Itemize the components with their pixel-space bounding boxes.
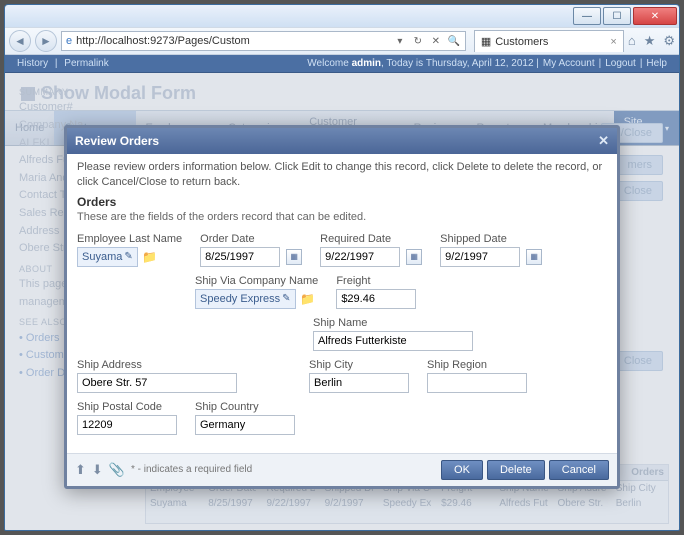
shipregion-input[interactable] <box>427 373 527 393</box>
label-shipregion: Ship Region <box>427 359 527 371</box>
ok-button[interactable]: OK <box>441 460 483 480</box>
modal-intro-text: Please review orders information below. … <box>77 160 607 190</box>
welcome-bar: History | Permalink Welcome admin , Toda… <box>5 55 679 73</box>
order-date-input[interactable] <box>200 247 280 267</box>
modal-section-title: Orders <box>77 194 607 210</box>
employee-browse-icon[interactable]: 📁 <box>142 249 158 265</box>
required-note: * - indicates a required field <box>131 464 252 475</box>
shipcity-input[interactable] <box>309 373 409 393</box>
address-bar[interactable]: e http://localhost:9273/Pages/Custom ▾ ↻… <box>61 31 466 51</box>
favorites-icon[interactable]: ★ <box>644 33 656 49</box>
pencil-icon: ✎ <box>282 293 290 304</box>
calendar-icon[interactable]: ▦ <box>526 249 542 265</box>
my-account-link[interactable]: My Account <box>539 58 599 69</box>
search-icon[interactable]: 🔍 <box>447 36 461 47</box>
shipcountry-input[interactable] <box>195 415 295 435</box>
shipped-date-input[interactable] <box>440 247 520 267</box>
label-reqdate: Required Date <box>320 233 422 245</box>
help-link[interactable]: Help <box>642 58 671 69</box>
employee-lookup[interactable]: Suyama✎ <box>77 247 138 267</box>
label-orderdate: Order Date <box>200 233 302 245</box>
history-link[interactable]: History <box>13 58 52 69</box>
tools-gear-icon[interactable]: ⚙ <box>663 33 675 49</box>
label-shipcountry: Ship Country <box>195 401 295 413</box>
tab-title: Customers <box>495 36 548 48</box>
calendar-icon[interactable]: ▦ <box>286 249 302 265</box>
required-date-input[interactable] <box>320 247 400 267</box>
ie-icon: e <box>66 35 72 47</box>
label-shipvia: Ship Via Company Name <box>195 275 318 287</box>
cancel-button[interactable]: Cancel <box>549 460 609 480</box>
modal-overlay: Review Orders ✕ Please review orders inf… <box>5 73 679 530</box>
url-text: http://localhost:9273/Pages/Custom <box>76 35 250 47</box>
nav-back-button[interactable]: ◄ <box>9 30 31 52</box>
modal-subtitle: These are the fields of the orders recor… <box>77 210 607 225</box>
modal-title: Review Orders <box>75 134 159 148</box>
label-freight: Freight <box>336 275 416 287</box>
modal-footer: ⬆ ⬇ 📎 * - indicates a required field OK … <box>67 453 617 486</box>
label-shipname: Ship Name <box>313 317 473 329</box>
logout-link[interactable]: Logout <box>601 58 640 69</box>
freight-input[interactable] <box>336 289 416 309</box>
delete-button[interactable]: Delete <box>487 460 545 480</box>
label-shipdate: Shipped Date <box>440 233 542 245</box>
home-icon[interactable]: ⌂ <box>628 33 636 49</box>
modal-close-icon[interactable]: ✕ <box>598 133 609 149</box>
pencil-icon: ✎ <box>124 251 132 262</box>
welcome-user: admin <box>352 58 381 69</box>
nav-forward-button[interactable]: ► <box>35 30 57 52</box>
shipvia-browse-icon[interactable]: 📁 <box>300 291 316 307</box>
label-shipcity: Ship City <box>309 359 409 371</box>
shipvia-lookup[interactable]: Speedy Express✎ <box>195 289 296 309</box>
stop-icon[interactable]: ✕ <box>429 36 443 47</box>
label-shippostal: Ship Postal Code <box>77 401 177 413</box>
tab-favicon-icon: ▦ <box>481 35 491 48</box>
browser-nav: ◄ ► e http://localhost:9273/Pages/Custom… <box>5 27 679 55</box>
window-minimize-button[interactable]: — <box>573 7 601 25</box>
welcome-date: Thursday, April 12, 2012 <box>426 58 534 69</box>
arrow-up-icon[interactable]: ⬆ <box>75 462 86 478</box>
window-maximize-button[interactable]: ☐ <box>603 7 631 25</box>
shippostal-input[interactable] <box>77 415 177 435</box>
permalink-link[interactable]: Permalink <box>60 58 112 69</box>
attachment-icon[interactable]: 📎 <box>109 462 125 478</box>
tab-close-icon[interactable]: × <box>610 36 616 48</box>
shipaddr-input[interactable] <box>77 373 237 393</box>
label-employee: Employee Last Name <box>77 233 182 245</box>
label-shipaddr: Ship Address <box>77 359 237 371</box>
modal-titlebar: Review Orders ✕ <box>67 128 617 154</box>
refresh-icon[interactable]: ↻ <box>411 36 425 47</box>
arrow-down-icon[interactable]: ⬇ <box>92 462 103 478</box>
browser-tab[interactable]: ▦ Customers × <box>474 30 624 52</box>
window-titlebar: — ☐ ✕ <box>5 5 679 27</box>
calendar-icon[interactable]: ▦ <box>406 249 422 265</box>
url-dropdown-icon[interactable]: ▾ <box>393 36 407 47</box>
review-orders-modal: Review Orders ✕ Please review orders inf… <box>64 125 620 489</box>
window-close-button[interactable]: ✕ <box>633 7 677 25</box>
shipname-input[interactable] <box>313 331 473 351</box>
